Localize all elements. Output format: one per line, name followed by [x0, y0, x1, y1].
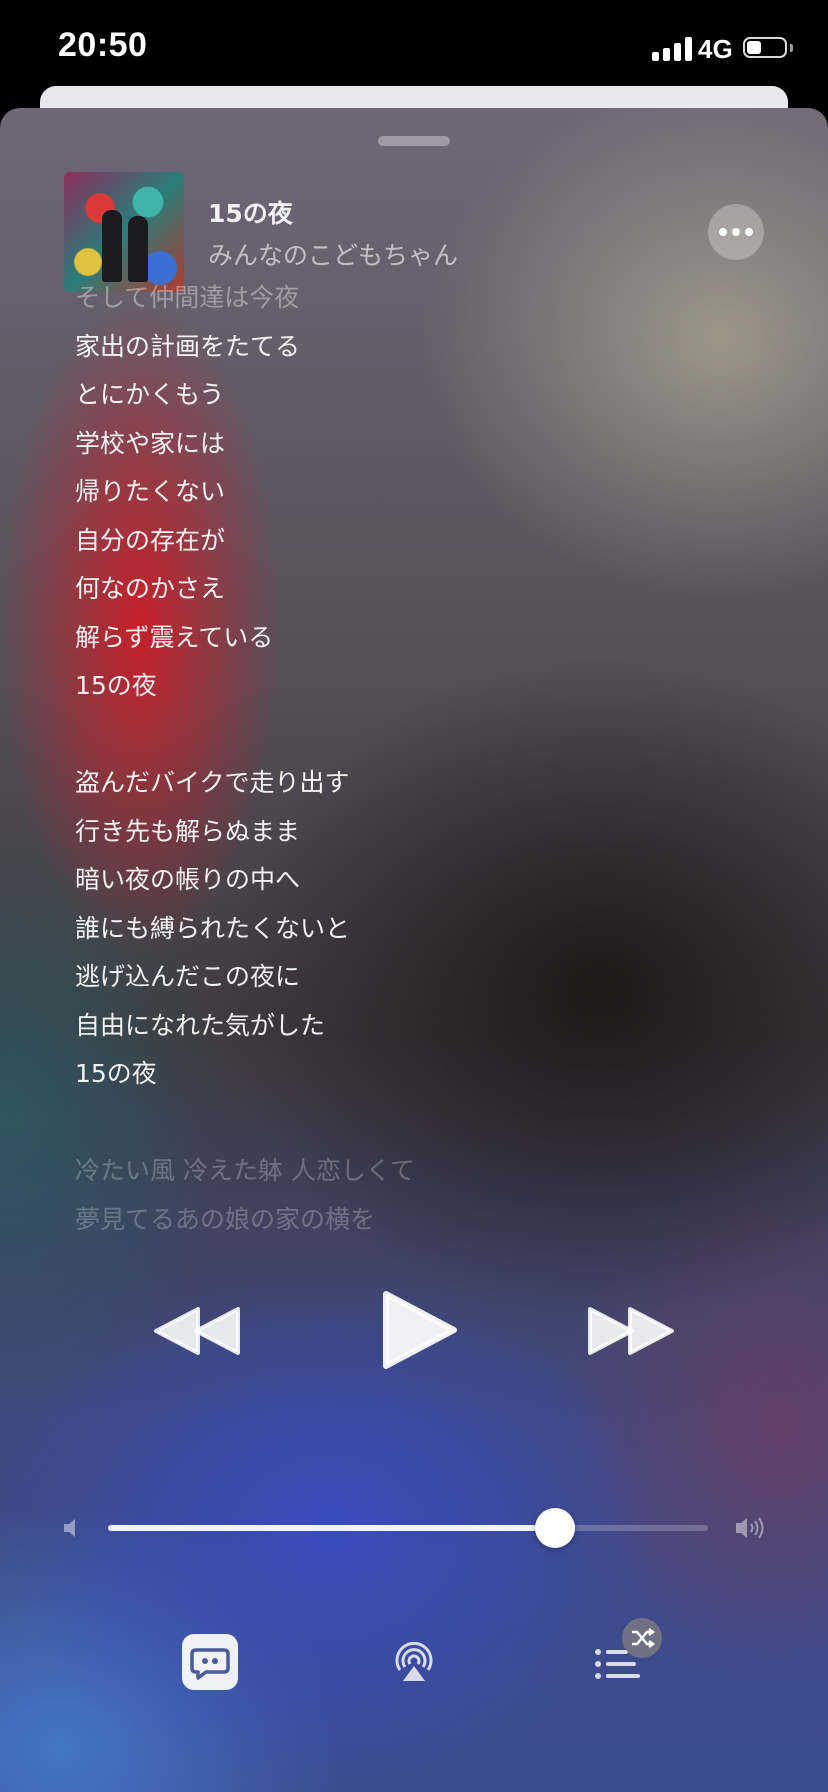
shuffle-badge[interactable] — [622, 1618, 662, 1658]
lyrics-quote-icon — [190, 1648, 230, 1680]
lyric-line[interactable]: 逃げ込んだこの夜に — [75, 957, 300, 993]
lyric-line[interactable]: 15の夜 — [75, 1054, 157, 1090]
track-artist[interactable]: みんなのこどもちゃん — [208, 236, 458, 272]
lyric-line[interactable]: 何なのかさえ — [75, 569, 225, 605]
lyric-line[interactable]: 暗い夜の帳りの中へ — [75, 860, 300, 896]
forward-icon[interactable] — [586, 1306, 674, 1356]
lyric-line[interactable]: 盗んだバイクで走り出す — [75, 763, 350, 799]
lyric-line[interactable]: 自分の存在が — [75, 521, 225, 557]
cellular-signal-icon — [652, 37, 696, 61]
volume-knob[interactable] — [535, 1508, 575, 1548]
status-bar: 20:50 4G — [0, 0, 828, 100]
speaker-low-icon — [64, 1519, 75, 1537]
lyric-line[interactable]: 夢見てるあの娘の家の横を — [75, 1200, 375, 1236]
lyric-line[interactable]: 家出の計画をたてる — [75, 327, 300, 363]
volume-slider[interactable] — [108, 1508, 708, 1548]
now-playing-sheet: 15の夜 みんなのこどもちゃん そして仲間達は今夜 家出の計画をたてる とにかくもう… — [0, 108, 828, 1792]
lyric-line[interactable]: とにかくもう — [75, 375, 224, 411]
lyric-line[interactable]: 行き先も解らぬまま — [75, 812, 300, 848]
airplay-icon[interactable] — [392, 1640, 436, 1684]
lyric-line[interactable]: 誰にも縛られたくないと — [75, 909, 350, 945]
sheet-grabber[interactable] — [378, 136, 450, 146]
album-art[interactable] — [64, 172, 184, 292]
lyric-line[interactable]: 自由になれた気がした — [75, 1006, 325, 1042]
lyric-line[interactable]: そして仲間達は今夜 — [75, 278, 299, 314]
lyric-line[interactable]: 学校や家には — [75, 424, 225, 460]
backward-icon[interactable] — [154, 1306, 242, 1356]
volume-fill — [108, 1525, 555, 1531]
battery-icon — [743, 37, 787, 58]
ellipsis-icon — [719, 228, 727, 236]
lyric-line[interactable]: 解らず震えている — [75, 618, 273, 654]
battery-cap — [790, 44, 793, 52]
lyrics-button[interactable] — [182, 1634, 238, 1690]
more-options-button[interactable] — [708, 204, 764, 260]
shuffle-icon — [632, 1628, 656, 1648]
network-type: 4G — [698, 34, 733, 64]
lyric-line[interactable]: 冷たい風 冷えた躰 人恋しくて — [75, 1151, 415, 1187]
track-title: 15の夜 — [208, 199, 293, 228]
play-icon[interactable] — [382, 1290, 458, 1370]
lyric-line[interactable]: 15の夜 — [75, 666, 157, 702]
speaker-high-icon — [736, 1517, 764, 1539]
lyrics-view[interactable]: そして仲間達は今夜 家出の計画をたてる とにかくもう 学校や家には 帰りたくない 自分の存… — [75, 278, 775, 1388]
status-time: 20:50 — [58, 26, 148, 64]
lyric-line[interactable]: 帰りたくない — [75, 472, 225, 508]
